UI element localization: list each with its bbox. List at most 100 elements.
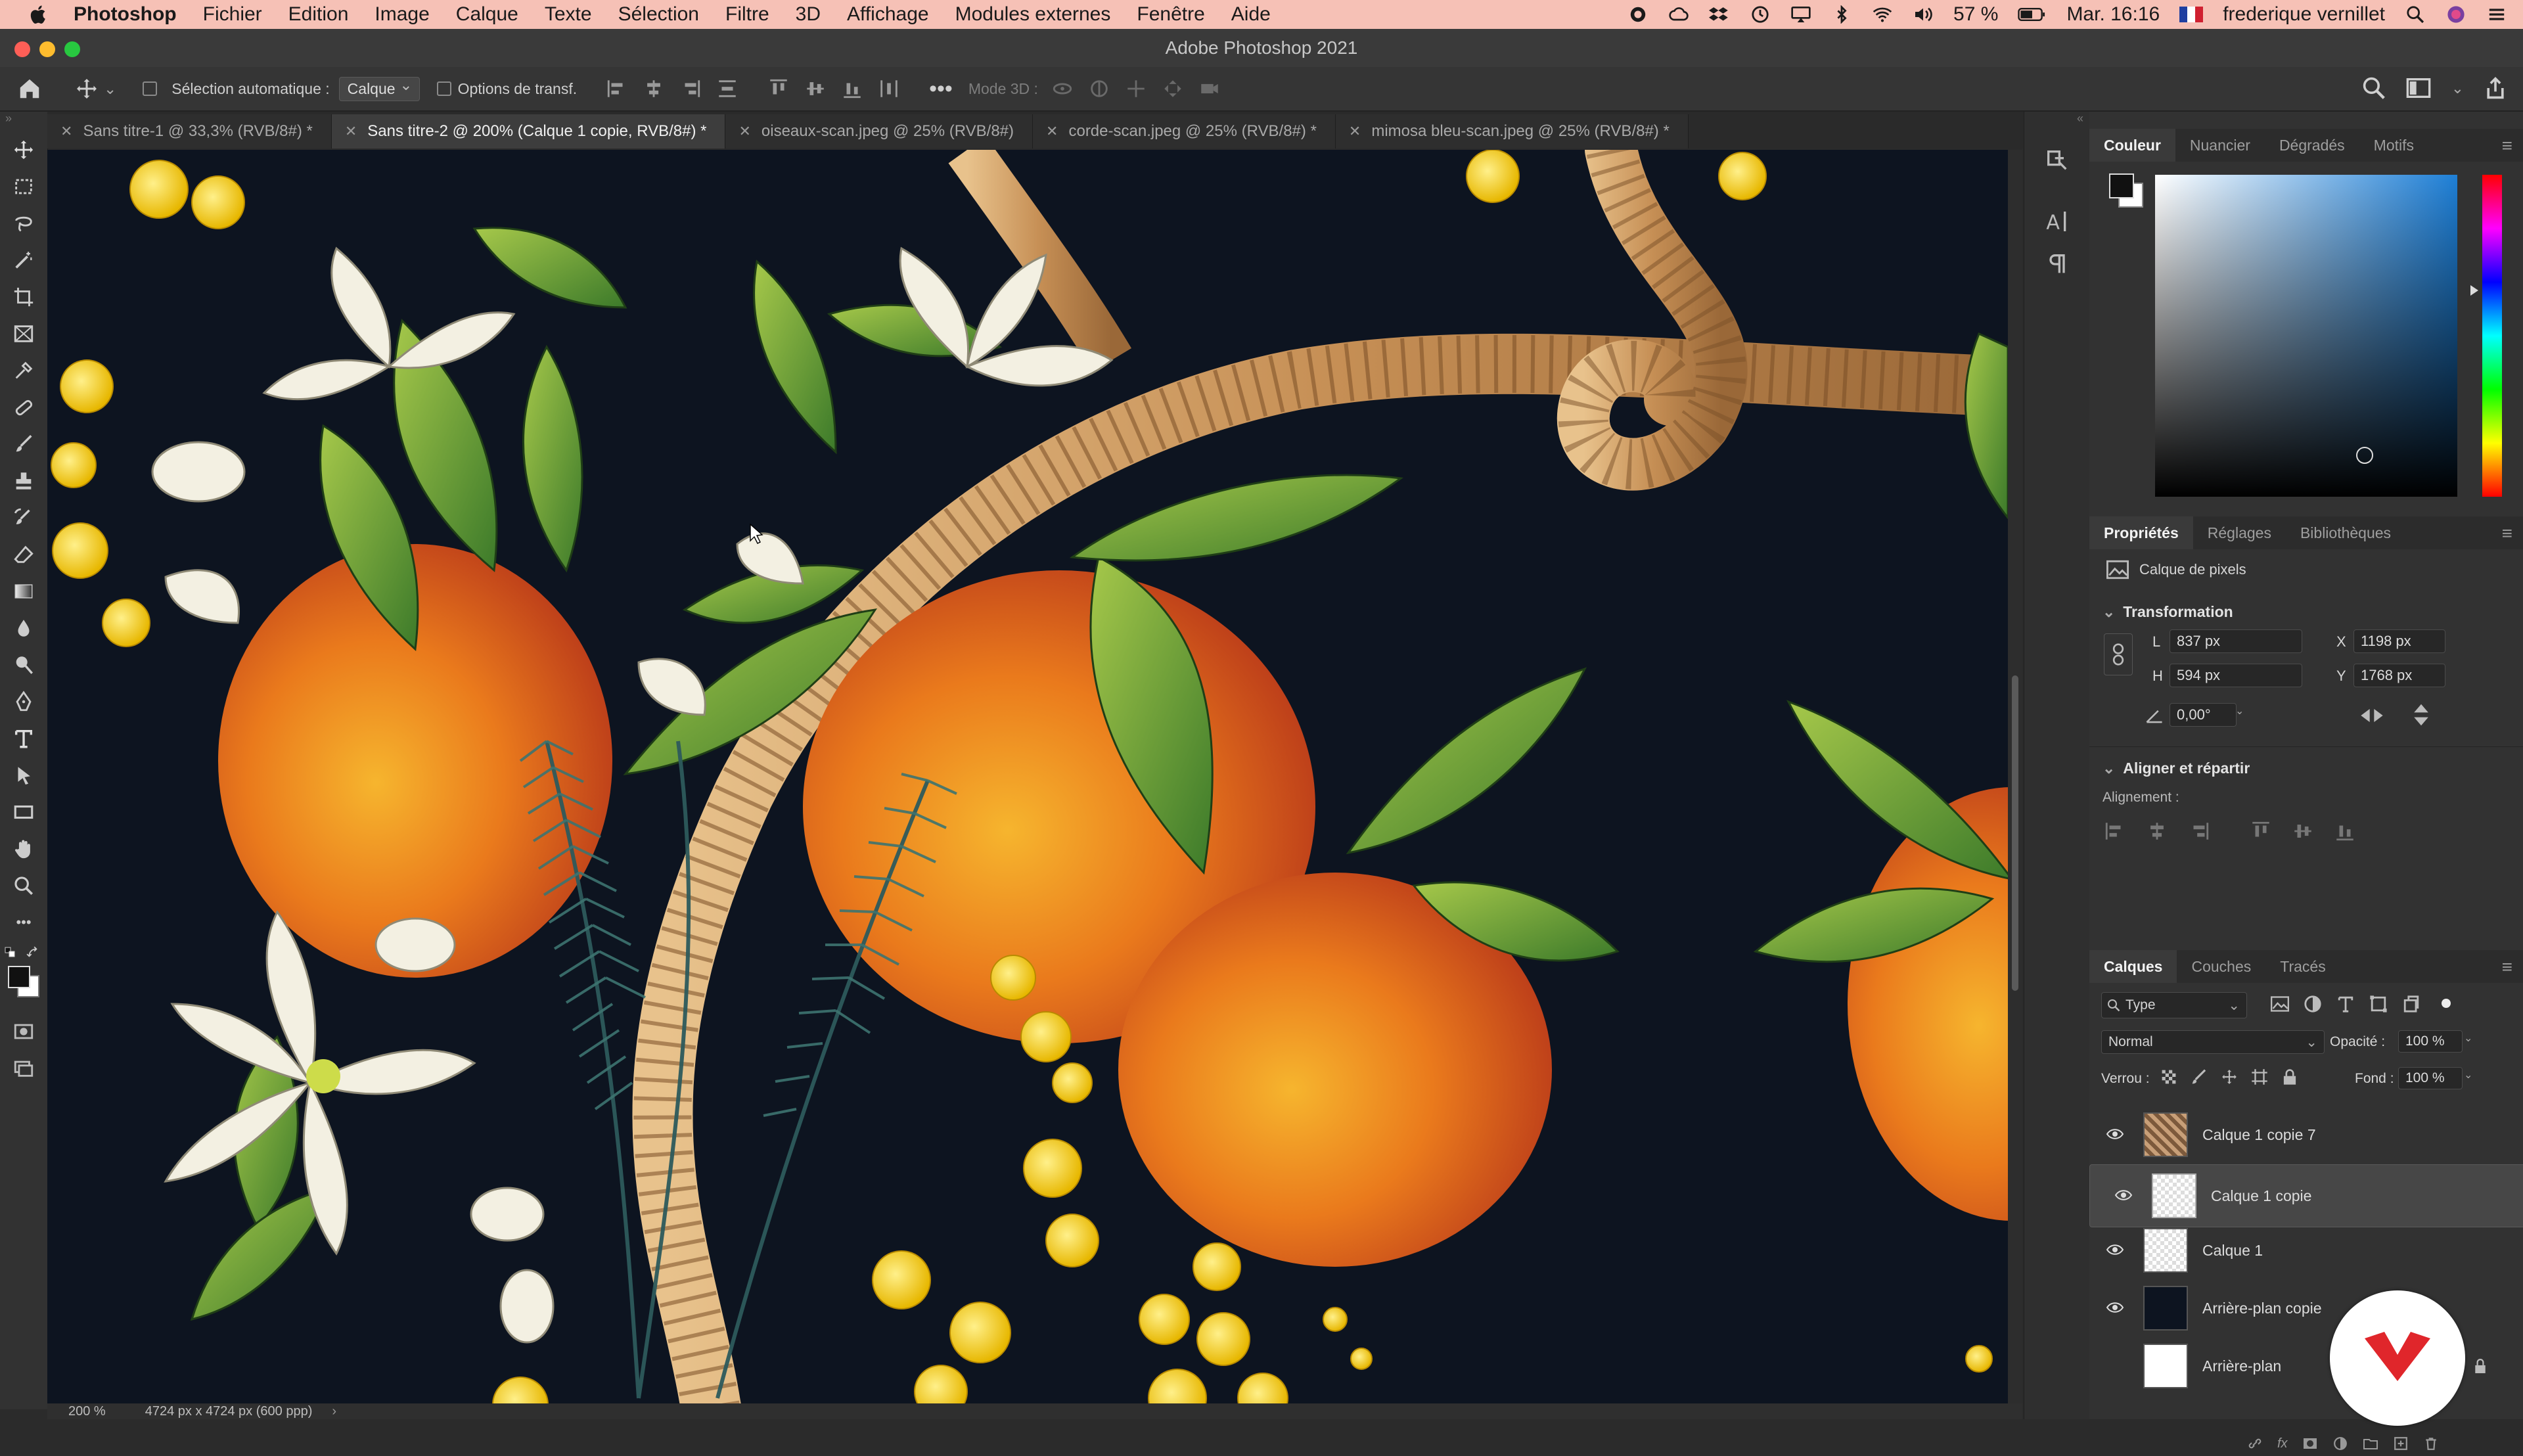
- eyedropper-tool[interactable]: [0, 352, 47, 389]
- tab-calques[interactable]: Calques: [2089, 950, 2177, 983]
- layer-style-fx-icon[interactable]: fx: [2277, 1436, 2288, 1451]
- hue-slider-marker[interactable]: [2470, 285, 2478, 296]
- swap-colors-icon[interactable]: [26, 946, 41, 961]
- tab-nuancier[interactable]: Nuancier: [2175, 129, 2265, 162]
- more-options-icon[interactable]: •••: [929, 76, 953, 102]
- menu-fichier[interactable]: Fichier: [203, 3, 262, 26]
- healing-brush-tool[interactable]: [0, 389, 47, 426]
- marquee-tool[interactable]: [0, 168, 47, 205]
- brush-tool[interactable]: [0, 426, 47, 463]
- expand-dock-icon[interactable]: «: [2024, 112, 2090, 138]
- tab-degrades[interactable]: Dégradés: [2265, 129, 2359, 162]
- panel-menu-icon[interactable]: ≡: [2502, 957, 2512, 978]
- lock-pixels-icon[interactable]: [2191, 1068, 2208, 1085]
- default-colors-icon[interactable]: [4, 946, 17, 959]
- visibility-eye-icon[interactable]: [2099, 1242, 2131, 1260]
- transform-section-header[interactable]: ⌄ Transformation: [2102, 603, 2233, 621]
- close-tab-icon[interactable]: ✕: [60, 123, 72, 140]
- 3d-slide-icon[interactable]: [1162, 78, 1184, 100]
- foreground-color-swatch[interactable]: [8, 966, 30, 988]
- layer-row[interactable]: Calque 1: [2089, 1222, 2510, 1279]
- align-right-icon[interactable]: [2188, 820, 2210, 842]
- paragraph-panel-icon[interactable]: [2044, 251, 2070, 277]
- align-top-icon[interactable]: [2250, 820, 2272, 842]
- menu-fenetre[interactable]: Fenêtre: [1137, 3, 1204, 26]
- collapse-icon[interactable]: »: [0, 112, 47, 131]
- status-chevron-icon[interactable]: ›: [332, 1404, 336, 1419]
- width-field[interactable]: 837 px: [2170, 629, 2302, 653]
- home-button[interactable]: [17, 76, 42, 101]
- tab-couches[interactable]: Couches: [2177, 950, 2265, 983]
- color-swatches[interactable]: [0, 941, 47, 1013]
- close-tab-icon[interactable]: ✕: [1349, 123, 1361, 140]
- angle-dropdown-icon[interactable]: ⌄: [2235, 704, 2244, 717]
- layer-row-selected[interactable]: Calque 1 copie: [2089, 1164, 2523, 1227]
- scrollbar-thumb[interactable]: [2012, 675, 2018, 991]
- menu-app-name[interactable]: Photoshop: [74, 3, 177, 26]
- clone-stamp-tool[interactable]: [0, 463, 47, 499]
- lock-artboard-icon[interactable]: [2251, 1068, 2268, 1085]
- lock-icon[interactable]: [2473, 1357, 2488, 1375]
- menu-selection[interactable]: Sélection: [618, 3, 699, 26]
- blur-tool[interactable]: [0, 610, 47, 647]
- saturation-brightness-field[interactable]: [2155, 175, 2457, 497]
- quick-mask-button[interactable]: [0, 1013, 47, 1050]
- align-vertical-centers-icon[interactable]: [804, 78, 827, 100]
- lock-position-icon[interactable]: [2221, 1068, 2238, 1085]
- tab-doc-2-active[interactable]: ✕ Sans titre-2 @ 200% (Calque 1 copie, RV…: [331, 114, 726, 148]
- tab-doc-1[interactable]: ✕ Sans titre-1 @ 33,3% (RVB/8#) *: [47, 114, 332, 148]
- filter-adjustment-icon[interactable]: [2304, 995, 2322, 1013]
- angle-field[interactable]: 0,00°: [2170, 703, 2237, 727]
- tab-doc-5[interactable]: ✕ mimosa bleu-scan.jpeg @ 25% (RVB/8#) *: [1335, 114, 1689, 148]
- menu-edition[interactable]: Edition: [288, 3, 349, 26]
- panel-menu-icon[interactable]: ≡: [2502, 523, 2512, 544]
- lock-all-icon[interactable]: [2281, 1068, 2298, 1085]
- user-name[interactable]: frederique vernillet: [2223, 3, 2385, 26]
- menu-calque[interactable]: Calque: [456, 3, 518, 26]
- fill-dropdown-icon[interactable]: ⌄: [2464, 1068, 2472, 1081]
- link-layers-icon[interactable]: [2247, 1436, 2263, 1451]
- transform-controls-checkbox[interactable]: [436, 81, 458, 96]
- add-mask-icon[interactable]: [2302, 1436, 2318, 1451]
- close-tab-icon[interactable]: ✕: [1046, 123, 1058, 140]
- minimize-window-button[interactable]: [39, 41, 55, 57]
- record-icon[interactable]: [1627, 5, 1648, 24]
- hue-slider[interactable]: [2482, 175, 2502, 497]
- lasso-tool[interactable]: [0, 205, 47, 242]
- align-horizontal-centers-icon[interactable]: [643, 78, 665, 100]
- 3d-camera-icon[interactable]: [1198, 78, 1221, 100]
- 3d-orbit-icon[interactable]: [1051, 78, 1074, 100]
- layer-row[interactable]: Calque 1 copie 7: [2089, 1106, 2510, 1163]
- adjustment-layer-icon[interactable]: [2332, 1436, 2348, 1451]
- spotlight-search-icon[interactable]: [2405, 5, 2426, 24]
- character-panel-icon[interactable]: A: [2044, 208, 2070, 235]
- hand-tool[interactable]: [0, 830, 47, 867]
- tab-doc-3[interactable]: ✕ oiseaux-scan.jpeg @ 25% (RVB/8#): [725, 114, 1034, 148]
- battery-icon[interactable]: [2018, 5, 2047, 24]
- frame-tool[interactable]: [0, 315, 47, 352]
- 3d-roll-icon[interactable]: [1088, 78, 1110, 100]
- align-left-icon[interactable]: [2104, 820, 2126, 842]
- panel-menu-icon[interactable]: ≡: [2502, 135, 2512, 156]
- fill-field[interactable]: 100 %: [2398, 1067, 2463, 1089]
- menu-affichage[interactable]: Affichage: [847, 3, 929, 26]
- tab-proprietes[interactable]: Propriétés: [2089, 516, 2193, 549]
- filter-toggle[interactable]: [2442, 999, 2451, 1008]
- workspace-chevron-icon[interactable]: ⌄: [2451, 80, 2464, 97]
- trash-icon[interactable]: [2423, 1436, 2439, 1451]
- menu-filtre[interactable]: Filtre: [725, 3, 769, 26]
- magic-wand-tool[interactable]: [0, 242, 47, 279]
- close-tab-icon[interactable]: ✕: [739, 123, 750, 140]
- align-section-header[interactable]: ⌄ Aligner et répartir: [2102, 760, 2250, 777]
- eraser-tool[interactable]: [0, 536, 47, 573]
- zoom-window-button[interactable]: [64, 41, 80, 57]
- siri-icon[interactable]: [2445, 5, 2466, 24]
- volume-icon[interactable]: [1913, 5, 1934, 24]
- distribute-vertical-icon[interactable]: [716, 78, 739, 100]
- path-selection-tool[interactable]: [0, 757, 47, 794]
- menu-3d[interactable]: 3D: [796, 3, 821, 26]
- edit-toolbar-button[interactable]: •••: [0, 904, 47, 941]
- control-center-icon[interactable]: [2486, 5, 2507, 24]
- gradient-tool[interactable]: [0, 573, 47, 610]
- zoom-tool[interactable]: [0, 867, 47, 904]
